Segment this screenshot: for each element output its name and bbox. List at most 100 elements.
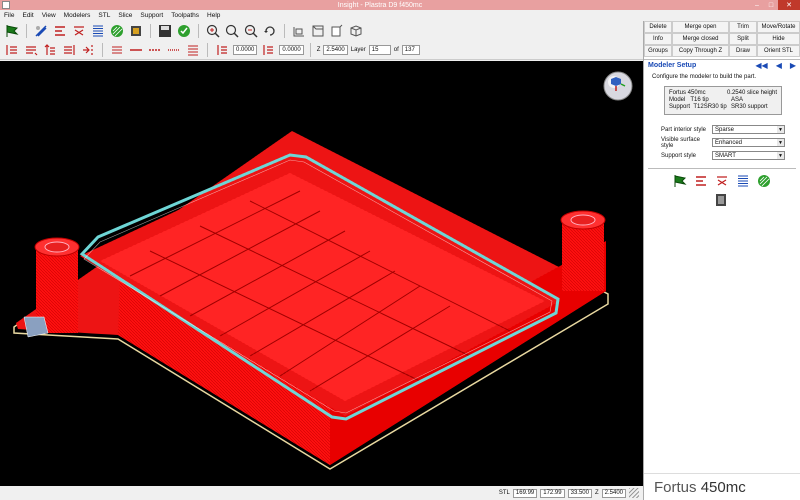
toolpath-icon[interactable] (90, 23, 106, 39)
minimize-button[interactable]: – (750, 0, 764, 10)
toolpath-icon[interactable] (736, 174, 750, 190)
merge-closed-button[interactable]: Merge closed (672, 33, 729, 45)
view-iso-icon[interactable] (348, 23, 364, 39)
slice-height: 0.2540 slice height (726, 90, 777, 96)
forward-icon[interactable]: ▶ (790, 61, 796, 70)
modeler-setup-title: Modeler Setup (648, 62, 697, 69)
copy-through-z-button[interactable]: Copy Through Z (672, 45, 729, 57)
support-style-select[interactable]: SMART ▼ (712, 151, 785, 160)
offset-down-icon[interactable] (260, 42, 276, 58)
pack-icon[interactable] (715, 193, 727, 209)
next-layer-icon[interactable] (42, 42, 58, 58)
delete-button[interactable]: Delete (644, 21, 672, 33)
3d-viewport[interactable] (0, 61, 643, 486)
left-boss-hole (44, 241, 70, 253)
menu-view[interactable]: View (38, 12, 60, 19)
toolbar-divider (309, 43, 311, 57)
view-side-icon[interactable] (329, 23, 345, 39)
offset-up-icon[interactable] (214, 42, 230, 58)
maximize-button[interactable]: □ (764, 0, 778, 10)
support-icon[interactable] (71, 23, 87, 39)
menu-help[interactable]: Help (203, 12, 224, 19)
view-cube-icon[interactable] (603, 71, 633, 101)
view-top-icon[interactable] (310, 23, 326, 39)
visible-surface-select[interactable]: Enhanced ▼ (712, 138, 785, 147)
right-panel: Delete Merge open Trim Move/Rotate Info … (643, 21, 800, 500)
stl-tool-icon[interactable] (33, 23, 49, 39)
move-rotate-button[interactable]: Move/Rotate (757, 21, 800, 33)
model-material: ASA (731, 97, 744, 103)
support-style-label: Support style (661, 152, 697, 159)
zoom-in-icon[interactable] (205, 23, 221, 39)
offset-field-2[interactable]: 0.0000 (279, 45, 304, 55)
layer-arrow-icon[interactable] (80, 42, 96, 58)
slice-icon[interactable] (52, 23, 68, 39)
info-button[interactable]: Info (644, 33, 672, 45)
groups-button[interactable]: Groups (644, 45, 672, 57)
pack-icon[interactable] (128, 23, 144, 39)
trim-button[interactable]: Trim (729, 21, 757, 33)
part-interior-label: Part interior style (661, 126, 707, 133)
split-button[interactable]: Split (729, 33, 757, 45)
last-layer-icon[interactable] (61, 42, 77, 58)
part-interior-select[interactable]: Sparse ▼ (712, 125, 785, 134)
layer-label: Layer (350, 47, 366, 53)
offset-field-1[interactable]: 0.0000 (233, 45, 258, 55)
close-button[interactable]: ✕ (778, 0, 800, 10)
zoom-fit-icon[interactable] (224, 23, 240, 39)
merge-open-button[interactable]: Merge open (672, 21, 729, 33)
rotate-view-icon[interactable] (262, 23, 278, 39)
build-icon[interactable] (176, 23, 192, 39)
curve-icon[interactable] (109, 42, 125, 58)
line-dashed-icon[interactable] (147, 42, 163, 58)
support-style-row: Support style SMART ▼ (661, 151, 800, 160)
line-solid-icon[interactable] (128, 42, 144, 58)
orient-stl-button[interactable]: Orient STL (757, 45, 800, 57)
menu-file[interactable]: File (0, 12, 18, 19)
bracket (23, 316, 49, 338)
draw-button[interactable]: Draw (729, 45, 757, 57)
view-front-icon[interactable] (291, 23, 307, 39)
rewind-icon[interactable]: ◀◀ (755, 61, 767, 70)
machine-name: Fortus 450mc (669, 90, 706, 96)
status-z-coord: 33.500 (567, 488, 592, 498)
status-bar: STL 169.99 172.99 33.500 Z 2.5400 (0, 486, 643, 500)
layer-total: 137 (401, 45, 420, 55)
part-render (13, 131, 609, 470)
title-bar: Insight - Plastra D9 f450mc – □ ✕ (0, 0, 800, 10)
support-icon[interactable] (715, 174, 729, 190)
zoom-out-icon[interactable] (243, 23, 259, 39)
part-interior-row: Part interior style Sparse ▼ (661, 125, 800, 134)
menu-support[interactable]: Support (136, 12, 167, 19)
toolbar-divider (150, 24, 151, 38)
line-stack-icon[interactable] (185, 42, 201, 58)
toolbar-divider (284, 24, 285, 38)
layer-field[interactable]: 15 (368, 45, 391, 55)
z-height-field[interactable]: 2.5400 (323, 45, 348, 55)
visible-surface-label: Visible surface style (661, 136, 700, 149)
slice-icon[interactable] (694, 174, 708, 190)
grid-ball-icon[interactable] (757, 174, 771, 190)
toolbar-divider (26, 24, 27, 38)
app-icon (2, 1, 10, 9)
resize-grip-icon[interactable] (629, 488, 639, 498)
grid-ball-icon[interactable] (109, 23, 125, 39)
z-label: Z (316, 47, 321, 53)
menu-toolpaths[interactable]: Toolpaths (167, 12, 203, 19)
support-label: Support (669, 104, 691, 110)
menu-stl[interactable]: STL (94, 12, 114, 19)
save-icon[interactable] (157, 23, 173, 39)
hide-button[interactable]: Hide (757, 33, 800, 45)
prev-layer-icon[interactable] (23, 42, 39, 58)
menu-edit[interactable]: Edit (18, 12, 37, 19)
menu-modelers[interactable]: Modelers (60, 12, 95, 19)
first-layer-icon[interactable] (4, 42, 20, 58)
menu-bar: File Edit View Modelers STL Slice Suppor… (0, 10, 643, 21)
model-label: Model (669, 97, 686, 103)
flag-icon[interactable] (673, 174, 687, 190)
line-dotted-icon[interactable] (166, 42, 182, 58)
modeler-info-box[interactable]: Fortus 450mc 0.2540 slice height Model T… (664, 86, 782, 115)
back-icon[interactable]: ◀ (776, 61, 782, 70)
menu-slice[interactable]: Slice (114, 12, 136, 19)
flag-icon[interactable] (4, 23, 20, 39)
